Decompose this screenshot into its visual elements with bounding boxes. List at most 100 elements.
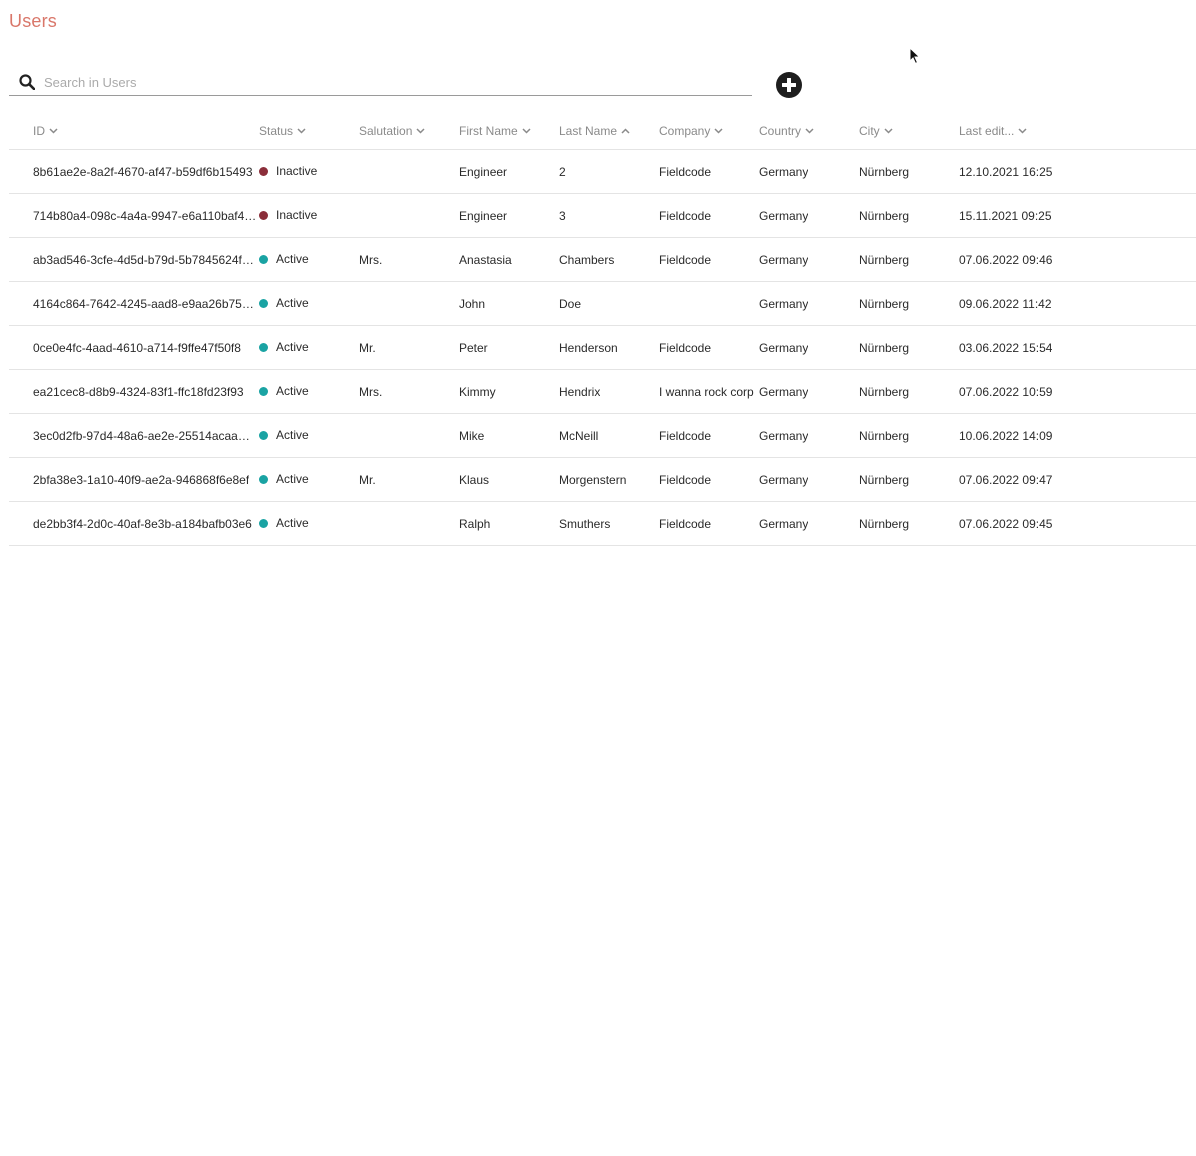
table-row[interactable]: ab3ad546-3cfe-4d5d-b79d-5b7845624f… Activ… (9, 238, 1196, 282)
cell-company: Fieldcode (659, 473, 712, 487)
cell-first-name: Engineer (459, 209, 508, 223)
cell-company: Fieldcode (659, 517, 712, 531)
status-dot-icon (259, 475, 268, 484)
column-header-status[interactable]: Status (259, 124, 306, 138)
chevron-down-icon (1018, 128, 1027, 134)
search-input[interactable] (44, 72, 734, 92)
cell-last-edit: 07.06.2022 09:45 (959, 517, 1053, 531)
status-label: Active (276, 472, 309, 486)
cell-city: Nürnberg (859, 341, 910, 355)
status-dot-icon (259, 343, 268, 352)
cell-city: Nürnberg (859, 297, 910, 311)
cell-company: I wanna rock corp (659, 385, 754, 399)
cell-id: ea21cec8-d8b9-4324-83f1-ffc18fd23f93 (33, 385, 244, 399)
status-dot-icon (259, 211, 268, 220)
column-header-label: City (859, 124, 880, 138)
cell-country: Germany (759, 341, 809, 355)
status-dot-icon (259, 299, 268, 308)
table-row[interactable]: ea21cec8-d8b9-4324-83f1-ffc18fd23f93 Acti… (9, 370, 1196, 414)
mouse-cursor-icon (909, 47, 921, 65)
cell-city: Nürnberg (859, 473, 910, 487)
chevron-down-icon (714, 128, 723, 134)
cell-last-edit: 07.06.2022 09:46 (959, 253, 1053, 267)
table-body: 8b61ae2e-8a2f-4670-af47-b59df6b15493 Inac… (9, 150, 1196, 546)
cell-last-name: 3 (559, 209, 566, 223)
search-bar[interactable] (9, 68, 752, 96)
cell-first-name: Kimmy (459, 385, 496, 399)
status-cell: Active (259, 252, 309, 266)
column-header-last-edit[interactable]: Last edit... (959, 124, 1027, 138)
cell-last-name: Henderson (559, 341, 618, 355)
cell-salutation: Mr. (359, 341, 376, 355)
column-header-last-name[interactable]: Last Name (559, 124, 630, 138)
table-row[interactable]: de2bb3f4-2d0c-40af-8e3b-a184bafb03e6 Acti… (9, 502, 1196, 546)
cell-last-edit: 12.10.2021 16:25 (959, 165, 1053, 179)
cell-last-edit: 07.06.2022 10:59 (959, 385, 1053, 399)
status-cell: Active (259, 340, 309, 354)
column-header-label: Last Name (559, 124, 618, 138)
cell-salutation: Mrs. (359, 385, 383, 399)
cell-company: Fieldcode (659, 165, 712, 179)
cell-company: Fieldcode (659, 429, 712, 443)
cell-last-edit: 03.06.2022 15:54 (959, 341, 1053, 355)
cell-last-name: Smuthers (559, 517, 611, 531)
cell-company: Fieldcode (659, 341, 712, 355)
cell-salutation: Mrs. (359, 253, 383, 267)
status-label: Active (276, 384, 309, 398)
table-row[interactable]: 2bfa38e3-1a10-40f9-ae2a-946868f6e8ef Acti… (9, 458, 1196, 502)
status-label: Active (276, 428, 309, 442)
table-row[interactable]: 8b61ae2e-8a2f-4670-af47-b59df6b15493 Inac… (9, 150, 1196, 194)
column-header-label: First Name (459, 124, 518, 138)
status-cell: Active (259, 384, 309, 398)
cell-id: 714b80a4-098c-4a4a-9947-e6a110baf4… (33, 209, 257, 223)
cell-country: Germany (759, 473, 809, 487)
column-header-label: Company (659, 124, 711, 138)
cell-last-name: Chambers (559, 253, 615, 267)
cell-id: 0ce0e4fc-4aad-4610-a714-f9ffe47f50f8 (33, 341, 241, 355)
cell-first-name: John (459, 297, 486, 311)
cell-city: Nürnberg (859, 209, 910, 223)
cell-first-name: Anastasia (459, 253, 512, 267)
cell-salutation: Mr. (359, 473, 376, 487)
users-page: Users ID Status Salutation First Name Last N… (0, 0, 1196, 1156)
column-header-label: Salutation (359, 124, 413, 138)
add-user-button[interactable] (776, 72, 802, 98)
cell-id: 2bfa38e3-1a10-40f9-ae2a-946868f6e8ef (33, 473, 250, 487)
chevron-down-icon (805, 128, 814, 134)
cell-country: Germany (759, 165, 809, 179)
cell-country: Germany (759, 385, 809, 399)
cell-last-name: Morgenstern (559, 473, 627, 487)
column-header-label: ID (33, 124, 45, 138)
column-header-company[interactable]: Company (659, 124, 723, 138)
status-cell: Active (259, 472, 309, 486)
column-header-label: Last edit... (959, 124, 1015, 138)
cell-first-name: Ralph (459, 517, 491, 531)
column-header-first-name[interactable]: First Name (459, 124, 531, 138)
cell-last-edit: 07.06.2022 09:47 (959, 473, 1053, 487)
cell-first-name: Klaus (459, 473, 490, 487)
status-dot-icon (259, 255, 268, 264)
table-row[interactable]: 714b80a4-098c-4a4a-9947-e6a110baf4… Inact… (9, 194, 1196, 238)
cell-id: de2bb3f4-2d0c-40af-8e3b-a184bafb03e6 (33, 517, 252, 531)
status-label: Inactive (276, 208, 318, 222)
status-dot-icon (259, 431, 268, 440)
users-table: ID Status Salutation First Name Last Name Com… (9, 112, 1196, 546)
column-header-country[interactable]: Country (759, 124, 814, 138)
column-header-label: Status (259, 124, 294, 138)
column-header-salutation[interactable]: Salutation (359, 124, 425, 138)
table-row[interactable]: 3ec0d2fb-97d4-48a6-ae2e-25514acaa… Active… (9, 414, 1196, 458)
cell-id: ab3ad546-3cfe-4d5d-b79d-5b7845624f… (33, 253, 254, 267)
table-row[interactable]: 4164c864-7642-4245-aad8-e9aa26b75… Active… (9, 282, 1196, 326)
table-row[interactable]: 0ce0e4fc-4aad-4610-a714-f9ffe47f50f8 Acti… (9, 326, 1196, 370)
status-label: Active (276, 296, 309, 310)
status-label: Inactive (276, 164, 318, 178)
cell-first-name: Mike (459, 429, 485, 443)
column-header-city[interactable]: City (859, 124, 893, 138)
cell-last-edit: 09.06.2022 11:42 (959, 297, 1052, 311)
cell-country: Germany (759, 209, 809, 223)
status-dot-icon (259, 387, 268, 396)
cell-last-name: Hendrix (559, 385, 601, 399)
status-dot-icon (259, 167, 268, 176)
column-header-label: Country (759, 124, 802, 138)
column-header-id[interactable]: ID (33, 124, 58, 138)
